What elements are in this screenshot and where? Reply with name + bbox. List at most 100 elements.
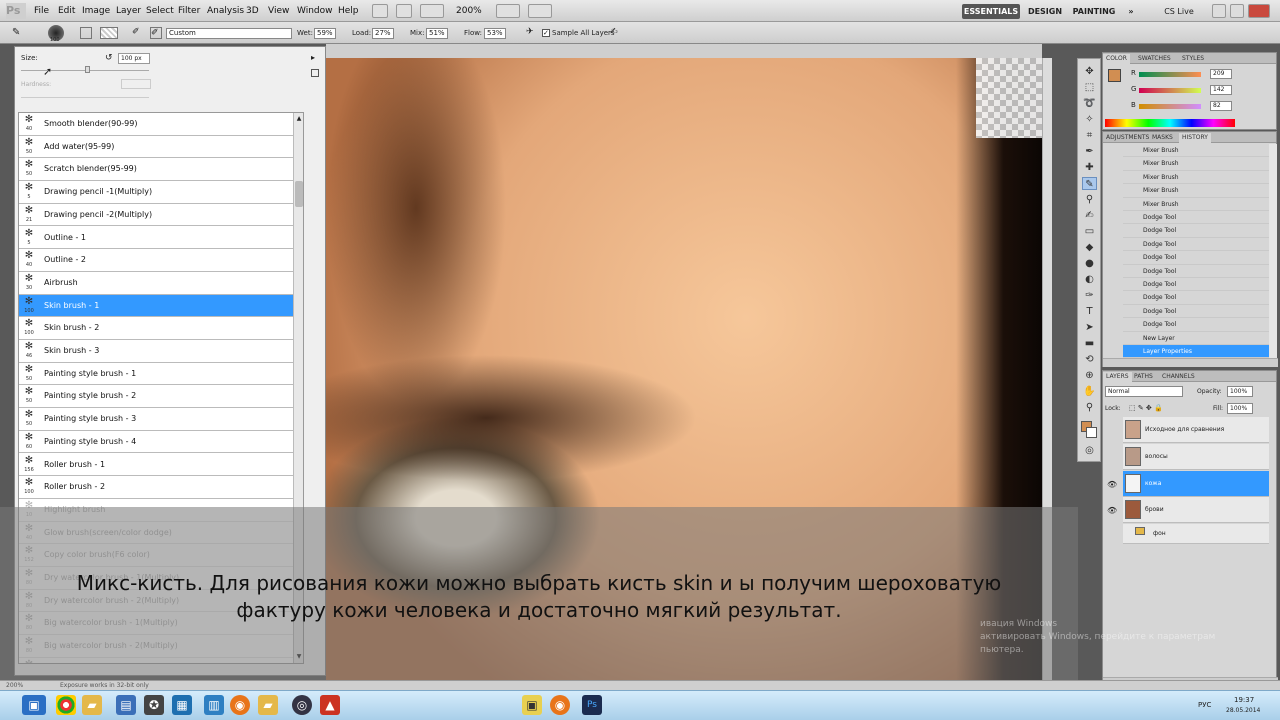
blur-tool-icon[interactable]: ● [1082, 257, 1097, 270]
menu-image[interactable]: Image [82, 6, 110, 16]
dodge-tool-icon[interactable]: ◐ [1082, 273, 1097, 286]
layer-row[interactable]: брови [1123, 497, 1269, 524]
arrange-documents-button[interactable] [496, 4, 520, 18]
close-button[interactable] [1248, 4, 1270, 18]
brush-preset-row[interactable]: ✻ 50 Add water(95-99) [19, 136, 293, 159]
tablet-pressure-icon[interactable]: ✍ [610, 27, 622, 39]
path-select-tool-icon[interactable]: ➤ [1082, 321, 1097, 334]
fill-field[interactable]: 100% [1227, 403, 1253, 414]
history-item[interactable]: Dodge Tool [1123, 265, 1271, 278]
mixer-brush-tool-icon-active[interactable]: ✎ [1082, 177, 1097, 190]
layer-row[interactable]: волосы [1123, 443, 1269, 470]
lock-options-icon[interactable]: ⬚ ✎ ✥ 🔒 [1129, 404, 1173, 413]
color-spectrum-bar[interactable] [1105, 119, 1235, 127]
crop-tool-icon[interactable]: ⌗ [1082, 129, 1097, 142]
tab-channels[interactable]: CHANNELS [1159, 372, 1198, 382]
history-item[interactable]: Mixer Brush [1123, 157, 1271, 171]
menu-window[interactable]: Window [297, 6, 333, 16]
picker-menu-icon[interactable]: ▸ [311, 53, 315, 62]
menu-help[interactable]: Help [338, 6, 359, 16]
bridge-button[interactable] [372, 4, 388, 18]
eyedropper-tool-icon[interactable]: ✒ [1082, 145, 1097, 158]
history-scrollbar[interactable] [1269, 144, 1277, 358]
clock-time[interactable]: 19:37 [1234, 696, 1254, 704]
history-item[interactable]: Mixer Brush [1123, 184, 1271, 198]
app-icon-2[interactable]: ▦ [172, 695, 192, 715]
size-input[interactable]: 100 px [118, 53, 150, 64]
brush-list-scroll-thumb[interactable] [295, 181, 303, 207]
brush-preset-row[interactable]: ✻ 40 Outline - 2 [19, 249, 293, 272]
tab-history[interactable]: HISTORY [1179, 133, 1211, 143]
healing-tool-icon[interactable]: ✚ [1082, 161, 1097, 174]
type-tool-icon[interactable]: T [1082, 305, 1097, 318]
maximize-button[interactable] [1230, 4, 1244, 18]
scroll-up-icon[interactable]: ▲ [295, 115, 303, 123]
minimize-button[interactable] [1212, 4, 1226, 18]
blue-field[interactable]: 82 [1210, 101, 1232, 111]
menu-filter[interactable]: Filter [178, 6, 200, 16]
explorer-folder-icon[interactable]: ▰ [82, 695, 102, 715]
marquee-tool-icon[interactable]: ⬚ [1082, 81, 1097, 94]
history-item[interactable]: Dodge Tool [1123, 238, 1271, 252]
brush-preset-row[interactable]: ✻ 60 Painting style brush - 4 [19, 431, 293, 454]
eraser-tool-icon[interactable]: ▭ [1082, 225, 1097, 238]
more-workspaces-icon[interactable]: » [1124, 4, 1138, 19]
menu-analysis[interactable]: Analysis [207, 6, 244, 16]
menu-edit[interactable]: Edit [58, 6, 75, 16]
current-load-swatch[interactable] [100, 27, 118, 39]
menu-view[interactable]: View [268, 6, 289, 16]
layer-row[interactable]: Исходное для сравнения [1123, 417, 1269, 443]
brush-preset-row[interactable]: ✻ 156 Roller brush - 1 [19, 454, 293, 477]
flow-field[interactable]: 53% [484, 28, 506, 39]
history-item[interactable]: Mixer Brush [1123, 198, 1271, 211]
history-brush-tool-icon[interactable]: ✍ [1082, 209, 1097, 222]
tab-masks[interactable]: MASKS [1149, 133, 1176, 143]
3d-orbit-tool-icon[interactable]: ⊕ [1082, 369, 1097, 382]
menu-layer[interactable]: Layer [116, 6, 141, 16]
history-item[interactable]: Dodge Tool [1123, 318, 1271, 332]
quick-select-tool-icon[interactable]: ✧ [1082, 113, 1097, 126]
photoshop-taskbar-icon[interactable]: Ps [582, 695, 602, 715]
history-item[interactable]: Dodge Tool [1123, 278, 1271, 292]
clone-stamp-tool-icon[interactable]: ⚲ [1082, 193, 1097, 206]
brush-preset-row[interactable]: ✻ 100 Roller brush - 2 [19, 476, 293, 499]
brush-panel-toggle-icon[interactable] [80, 27, 92, 39]
menu-3d[interactable]: 3D [246, 6, 259, 16]
screen-mode-button[interactable] [528, 4, 552, 18]
size-slider-thumb[interactable] [85, 66, 90, 73]
history-item[interactable]: Mixer Brush [1123, 171, 1271, 185]
cs-live-button[interactable]: CS Live [1154, 4, 1204, 19]
language-indicator[interactable]: РУС [1198, 701, 1211, 709]
history-item[interactable]: Layer Properties [1123, 345, 1271, 359]
reset-size-icon[interactable]: ↺ [105, 53, 113, 63]
move-tool-icon[interactable]: ✥ [1082, 65, 1097, 78]
computer-icon[interactable]: ▤ [116, 695, 136, 715]
layer-row[interactable]: кожа [1123, 470, 1269, 497]
brush-preset-row[interactable]: ✻ 21 Drawing pencil -2(Multiply) [19, 204, 293, 227]
color-fg-swatch[interactable] [1108, 69, 1121, 82]
hardness-slider[interactable] [21, 97, 149, 98]
load-brush-icon[interactable]: ✐ [132, 27, 144, 39]
red-slider[interactable] [1139, 72, 1201, 77]
background-color-swatch[interactable] [1086, 427, 1097, 438]
wet-field[interactable]: 59% [314, 28, 336, 39]
pen-tool-icon[interactable]: ✑ [1082, 289, 1097, 302]
load-field[interactable]: 27% [372, 28, 394, 39]
mix-field[interactable]: 51% [426, 28, 448, 39]
blend-preset-select[interactable]: Custom [166, 28, 292, 39]
history-item[interactable]: Mixer Brush [1123, 144, 1271, 158]
layer-visibility-eye-icon[interactable]: 👁 [1107, 506, 1117, 515]
start-button-icon[interactable]: ▣ [22, 695, 46, 715]
zoom-tool-icon[interactable]: ⚲ [1082, 401, 1097, 414]
tab-paths[interactable]: PATHS [1131, 372, 1156, 382]
3d-rotate-tool-icon[interactable]: ⟲ [1082, 353, 1097, 366]
history-item[interactable]: Dodge Tool [1123, 211, 1271, 225]
sample-all-checkbox[interactable]: ✓ [542, 29, 550, 37]
airbrush-icon[interactable]: ✈ [526, 27, 536, 39]
brush-preset-row[interactable]: ✻ 5 Outline - 1 [19, 227, 293, 250]
tab-styles[interactable]: STYLES [1179, 54, 1207, 64]
menu-file[interactable]: File [34, 6, 49, 16]
tray-app-icon-1[interactable]: ▣ [522, 695, 542, 715]
clean-brush-icon[interactable]: ✐ [150, 27, 162, 39]
tray-firefox-icon[interactable]: ◉ [550, 695, 570, 715]
